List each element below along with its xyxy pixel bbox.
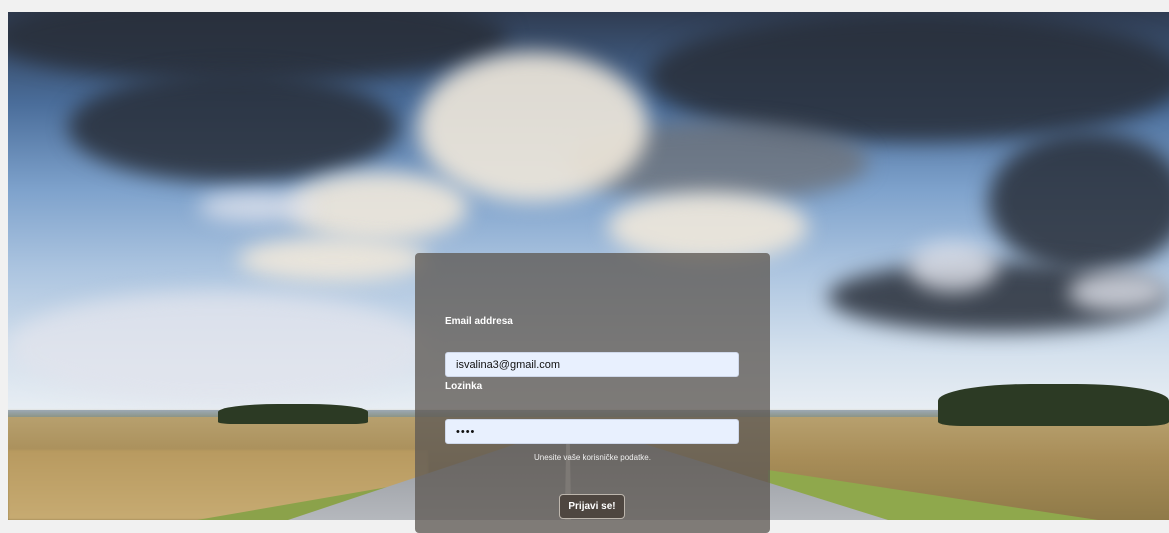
tree-line [218,404,368,424]
email-field[interactable] [445,352,739,377]
cloud-shape [68,72,398,182]
cloud-shape [198,192,318,222]
password-field[interactable] [445,419,739,444]
cloud-shape [238,237,428,282]
cloud-shape [8,12,508,82]
cloud-shape [1068,272,1168,312]
cloud-shape [908,242,998,292]
form-hint-text: Unesite vaše korisničke podatke. [534,453,651,462]
email-label: Email addresa [445,316,513,327]
cloud-shape [988,132,1169,272]
cloud-shape [608,192,808,262]
login-form: Email addresa Lozinka Unesite vaše koris… [415,253,770,533]
tree-line [938,384,1169,426]
cloud-shape [8,292,428,402]
login-button[interactable]: Prijavi se! [559,494,625,519]
cloud-shape [418,52,648,202]
password-label: Lozinka [445,381,483,392]
